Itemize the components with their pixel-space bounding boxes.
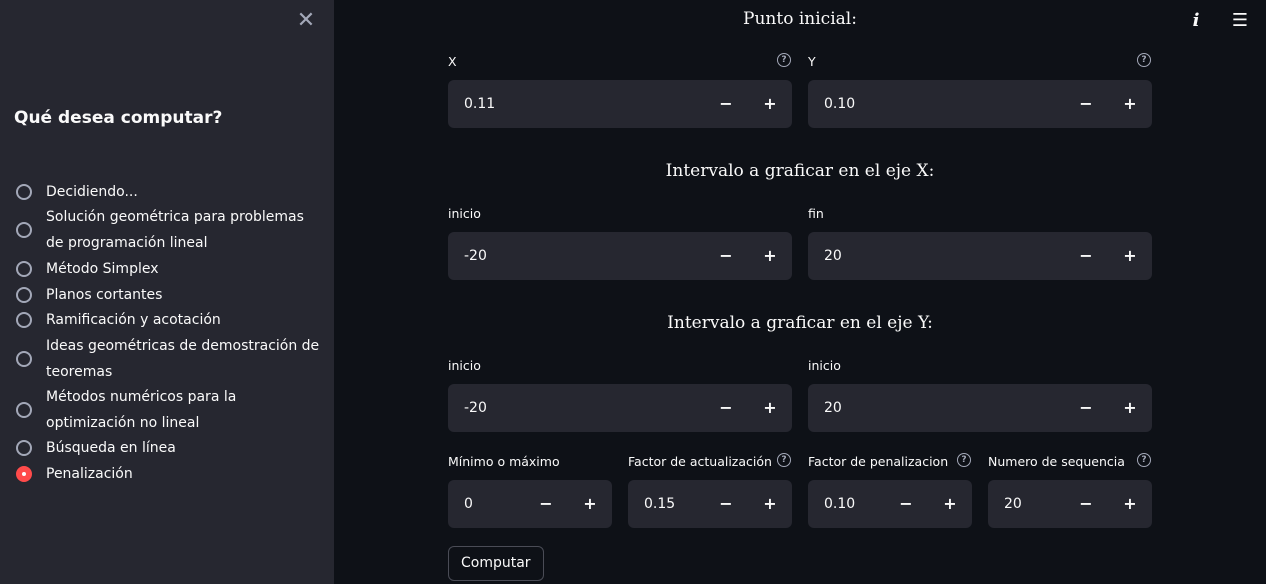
radio-option-planos-cortantes[interactable]: Planos cortantes: [16, 287, 162, 303]
radio-label: Método Simplex: [46, 261, 159, 277]
increment-button[interactable]: +: [568, 480, 612, 528]
radio-label: Búsqueda en línea: [46, 440, 176, 456]
decrement-button[interactable]: −: [1064, 232, 1108, 280]
field-label-min-max: Mínimo o máximo: [448, 454, 560, 469]
number-input-x-inicio: -20 − +: [448, 232, 792, 280]
decrement-button[interactable]: −: [524, 480, 568, 528]
field-label-y-fin: inicio: [808, 358, 841, 373]
increment-button[interactable]: +: [748, 384, 792, 432]
number-input-y-inicio: -20 − +: [448, 384, 792, 432]
radio-circle-icon[interactable]: [16, 222, 32, 238]
help-icon[interactable]: ?: [777, 453, 791, 467]
number-input-factor-penalizacion: 0.10 − +: [808, 480, 972, 528]
section-title-intervalo-y: Intervalo a graficar en el eje Y:: [667, 313, 933, 333]
number-input-factor-actualizacion: 0.15 − +: [628, 480, 792, 528]
input-value[interactable]: 20: [808, 232, 1064, 280]
increment-button[interactable]: +: [748, 80, 792, 128]
number-input-y: 0.10 − +: [808, 80, 1152, 128]
number-input-x: 0.11 − +: [448, 80, 792, 128]
radio-circle-icon[interactable]: [16, 287, 32, 303]
number-input-x-fin: 20 − +: [808, 232, 1152, 280]
field-label-numero-sequencia: Numero de sequencia: [988, 454, 1125, 469]
input-value[interactable]: 0.10: [808, 480, 884, 528]
radio-circle-icon[interactable]: [16, 312, 32, 328]
field-label-x-fin: fin: [808, 206, 824, 221]
radio-circle-icon[interactable]: [16, 261, 32, 277]
radio-label: Métodos numéricos para la optimización n…: [46, 389, 237, 431]
radio-label: Penalización: [46, 466, 133, 482]
radio-option-penalizacion[interactable]: Penalización: [16, 466, 133, 482]
input-value[interactable]: 0.11: [448, 80, 704, 128]
close-sidebar-icon[interactable]: ✕: [296, 10, 316, 32]
field-label-factor-penalizacion: Factor de penalizacion: [808, 454, 949, 469]
radio-label: Solución geométrica para problemas de pr…: [46, 209, 304, 251]
decrement-button[interactable]: −: [704, 80, 748, 128]
hamburger-menu-icon[interactable]: ☰: [1230, 10, 1250, 32]
sidebar-title: Qué desea computar?: [14, 108, 223, 128]
radio-label: Planos cortantes: [46, 287, 163, 303]
increment-button[interactable]: +: [1108, 232, 1152, 280]
input-value[interactable]: 20: [988, 480, 1064, 528]
section-title-intervalo-x: Intervalo a graficar en el eje X:: [665, 161, 935, 181]
input-value[interactable]: 0.15: [628, 480, 704, 528]
number-input-y-fin: 20 − +: [808, 384, 1152, 432]
radio-option-decidiendo[interactable]: Decidiendo...: [16, 184, 138, 200]
increment-button[interactable]: +: [748, 232, 792, 280]
radio-circle-icon[interactable]: [16, 440, 32, 456]
decrement-button[interactable]: −: [1064, 480, 1108, 528]
radio-option-busqueda-linea[interactable]: Búsqueda en línea: [16, 440, 176, 456]
increment-button[interactable]: +: [748, 480, 792, 528]
field-label-x: X: [448, 54, 457, 69]
radio-option-metodos-numericos[interactable]: Métodos numéricos para la optimización n…: [16, 389, 236, 431]
radio-option-solucion-geometrica[interactable]: Solución geométrica para problemas de pr…: [16, 209, 304, 251]
radio-option-ramificacion[interactable]: Ramificación y acotación: [16, 312, 221, 328]
radio-option-ideas-geometricas[interactable]: Ideas geométricas de demostración de teo…: [16, 338, 319, 380]
computar-button[interactable]: Computar: [448, 546, 544, 581]
field-label-y-inicio: inicio: [448, 358, 481, 373]
increment-button[interactable]: +: [1108, 80, 1152, 128]
main-content: i ☰ Punto inicial: X ? 0.11 − + Y ? 0.10…: [334, 0, 1266, 584]
input-value[interactable]: -20: [448, 384, 704, 432]
input-value[interactable]: 0.10: [808, 80, 1064, 128]
decrement-button[interactable]: −: [704, 480, 748, 528]
help-icon[interactable]: ?: [777, 53, 791, 67]
input-value[interactable]: 0: [448, 480, 524, 528]
radio-circle-icon[interactable]: [16, 402, 32, 418]
help-icon[interactable]: ?: [1137, 453, 1151, 467]
increment-button[interactable]: +: [1108, 384, 1152, 432]
decrement-button[interactable]: −: [1064, 384, 1108, 432]
radio-circle-icon[interactable]: [16, 351, 32, 367]
radio-label: Ideas geométricas de demostración de teo…: [46, 338, 320, 380]
radio-option-metodo-simplex[interactable]: Método Simplex: [16, 261, 159, 277]
decrement-button[interactable]: −: [704, 232, 748, 280]
section-title-punto-inicial: Punto inicial:: [743, 9, 857, 29]
help-icon[interactable]: ?: [957, 453, 971, 467]
sidebar: ✕ Qué desea computar? Decidiendo... Solu…: [0, 0, 334, 584]
info-icon[interactable]: i: [1186, 10, 1206, 32]
decrement-button[interactable]: −: [704, 384, 748, 432]
radio-label: Decidiendo...: [46, 184, 138, 200]
field-label-y: Y: [808, 54, 816, 69]
input-value[interactable]: -20: [448, 232, 704, 280]
radio-selected-icon[interactable]: [16, 466, 32, 482]
field-label-factor-actualizacion: Factor de actualización: [628, 454, 772, 469]
radio-label: Ramificación y acotación: [46, 312, 221, 328]
decrement-button[interactable]: −: [884, 480, 928, 528]
number-input-numero-sequencia: 20 − +: [988, 480, 1152, 528]
top-toolbar: i ☰: [1186, 10, 1250, 32]
increment-button[interactable]: +: [928, 480, 972, 528]
help-icon[interactable]: ?: [1137, 53, 1151, 67]
field-label-x-inicio: inicio: [448, 206, 481, 221]
radio-circle-icon[interactable]: [16, 184, 32, 200]
decrement-button[interactable]: −: [1064, 80, 1108, 128]
input-value[interactable]: 20: [808, 384, 1064, 432]
increment-button[interactable]: +: [1108, 480, 1152, 528]
number-input-min-max: 0 − +: [448, 480, 612, 528]
